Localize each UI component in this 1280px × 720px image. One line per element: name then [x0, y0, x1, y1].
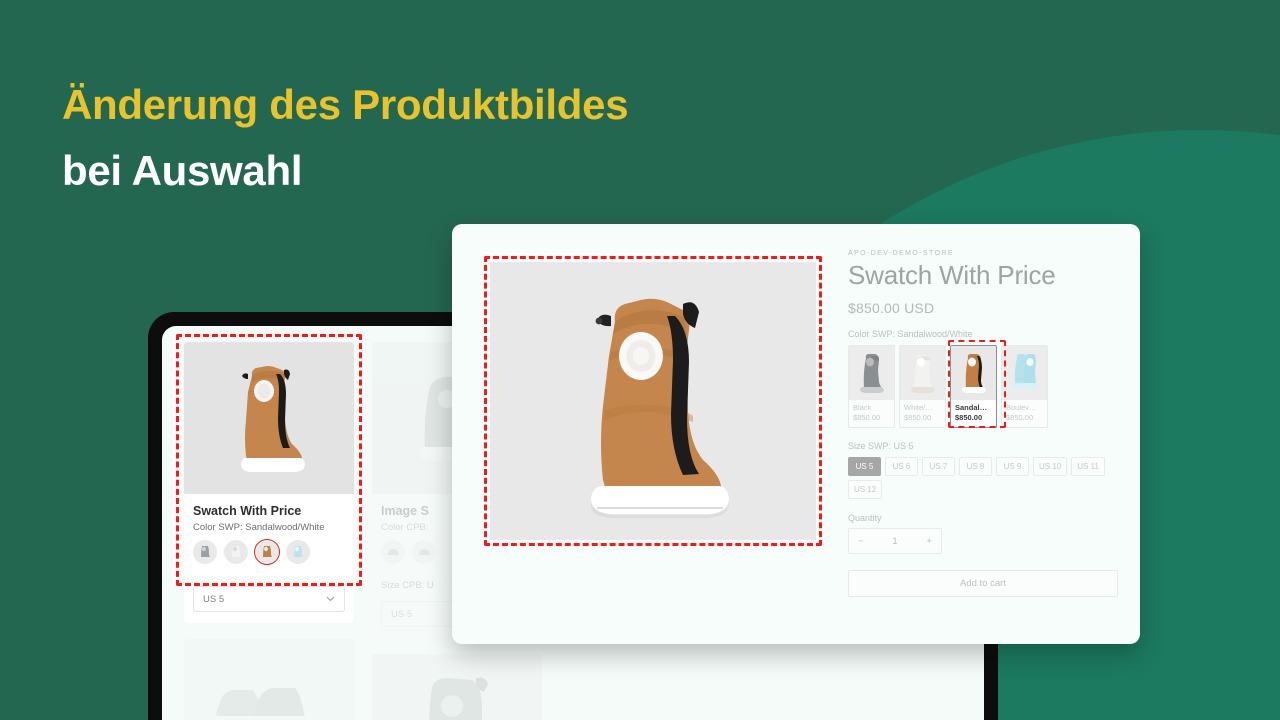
size-pill-us-5[interactable]: US 5	[848, 457, 881, 477]
swatch-option-black[interactable]: Black $850.00	[848, 345, 895, 429]
quantity-decrement-button[interactable]: −	[858, 536, 864, 547]
swatch-meta-boulevard: Boulev… $850.00	[1002, 400, 1047, 427]
swatch-price: $850.00	[853, 413, 881, 423]
size-pill-us-12[interactable]: US 12	[848, 480, 883, 500]
product-card-image	[184, 342, 354, 494]
headline-line-2: bei Auswahl	[62, 147, 303, 195]
swatch-name: Black	[853, 403, 872, 413]
product-detail-panel: APO-DEV-DEMO-STORE Swatch With Price $85…	[452, 224, 1140, 644]
swatch-name: Sandal…	[955, 403, 988, 413]
size-pill-us-11[interactable]: US 11	[1071, 457, 1105, 477]
product-card-select-wrap: US 5	[184, 586, 354, 623]
size-pill-us-9[interactable]: US 9	[996, 457, 1029, 477]
product-card-title: Swatch With Price	[193, 504, 302, 518]
color-option-label: Color SWP: Sandalwood/White	[848, 329, 973, 340]
swatch-price: $850.00	[955, 413, 983, 423]
size-pill-group: US 5 US 6 US 7 US 8 US 9 US 10 US 11 US …	[848, 457, 1118, 500]
product-price: $850.00 USD	[848, 300, 935, 317]
swatch-name: Boulev…	[1006, 403, 1037, 413]
product-card-lower-right[interactable]	[372, 654, 542, 720]
highlight-dashed-box-hero	[484, 256, 822, 546]
size-pill-row-2: US 12	[848, 480, 1118, 500]
boot-tan-icon	[961, 354, 986, 394]
size-option-label: Size SWP: US 5	[848, 441, 914, 452]
swatch-image-white	[900, 346, 945, 401]
product-card-option-label: Color SWP: Sandalwood/White	[193, 522, 325, 533]
swatch-meta-white: White/… $850.00	[900, 400, 945, 427]
chevron-down-icon	[326, 596, 335, 602]
swatch-option-sandalwood-selected[interactable]: Sandal… $850.00	[950, 345, 997, 429]
product-vendor: APO-DEV-DEMO-STORE	[848, 250, 954, 257]
swatch-meta-sandalwood: Sandal… $850.00	[951, 400, 996, 427]
product-grid-column-1: Swatch With Price Color SWP: Sandalwood/…	[176, 334, 362, 720]
swatch-price: $850.00	[904, 413, 932, 423]
size-pill-us-8[interactable]: US 8	[959, 457, 992, 477]
product-card-swatch-row	[193, 539, 345, 565]
swatch-meta-black: Black $850.00	[849, 400, 894, 427]
quantity-stepper[interactable]: − 1 +	[848, 528, 942, 555]
size-select-value-2: US 5	[391, 608, 413, 620]
circle-swatch-white[interactable]	[224, 540, 248, 564]
product-card-body: Swatch With Price Color SWP: Sandalwood/…	[184, 494, 354, 576]
size-select-card1[interactable]: US 5	[193, 586, 345, 612]
size-select-value: US 5	[203, 593, 225, 605]
boot-blue-icon	[1011, 354, 1038, 390]
product-title: Swatch With Price	[848, 260, 1056, 290]
size-pill-row-1: US 5 US 6 US 7 US 8 US 9 US 10 US 11	[848, 457, 1118, 477]
circle-swatch-cpb-2[interactable]	[412, 540, 436, 564]
swatch-image-black	[849, 346, 894, 401]
circle-swatch-black[interactable]	[193, 540, 217, 564]
swatch-option-boulevard[interactable]: Boulev… $850.00	[1001, 345, 1048, 429]
product-card-lower-left[interactable]	[184, 639, 354, 720]
size-pill-us-10[interactable]: US 10	[1033, 457, 1068, 477]
page-title: Änderung des Produktbildes bei Auswahl	[62, 72, 882, 205]
swatch-price: $850.00	[1006, 413, 1034, 423]
swatch-option-white[interactable]: White/… $850.00	[899, 345, 946, 429]
boot-tall-image	[429, 677, 488, 720]
circle-swatch-boulevard[interactable]	[286, 540, 310, 564]
boot-white-icon	[910, 354, 935, 394]
swatch-name: White/…	[904, 403, 933, 413]
boot-pair-image	[215, 688, 307, 720]
swatch-image-boulevard	[1002, 346, 1047, 401]
color-swatch-row: Black $850.00 White/… $850.00 Sandal… $8…	[848, 340, 1118, 429]
size-pill-us-6[interactable]: US 6	[885, 457, 918, 477]
circle-swatch-sandalwood-selected[interactable]	[254, 539, 280, 565]
product-gallery	[470, 242, 830, 628]
headline-line-1: Änderung des Produktbildes	[62, 81, 629, 128]
quantity-label: Quantity	[848, 513, 882, 524]
product-info: APO-DEV-DEMO-STORE Swatch With Price $85…	[830, 242, 1124, 628]
boot-tan-image	[240, 366, 305, 474]
circle-swatch-cpb-1[interactable]	[381, 540, 405, 564]
boot-black-icon	[859, 354, 884, 394]
quantity-value[interactable]: 1	[892, 536, 897, 547]
quantity-increment-button[interactable]: +	[926, 536, 932, 547]
add-to-cart-button[interactable]: Add to cart	[848, 570, 1118, 598]
product-card-swatch-with-price[interactable]: Swatch With Price Color SWP: Sandalwood/…	[184, 342, 354, 576]
swatch-image-sandalwood	[951, 346, 996, 401]
size-pill-us-7[interactable]: US 7	[922, 457, 955, 477]
